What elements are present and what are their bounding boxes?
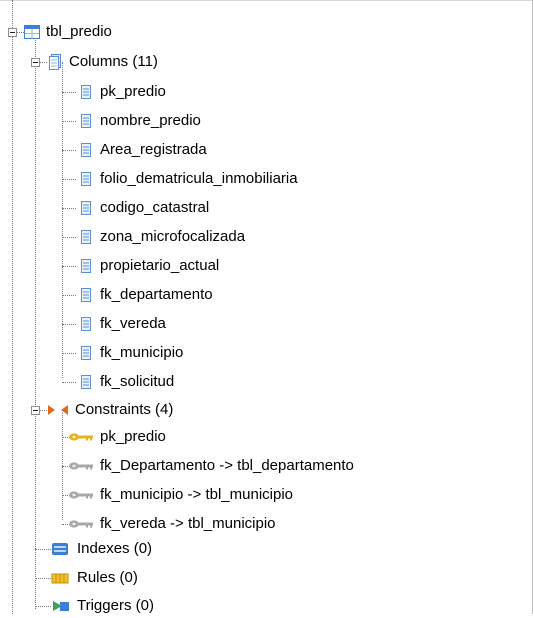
tree-branch-column [62,266,76,267]
column-icon [78,374,94,390]
tree-node-table[interactable]: tbl_predio [24,20,112,44]
primary-key-icon [68,429,94,445]
tree-branch-column [62,324,76,325]
tree-node-foreign-key[interactable]: fk_municipio -> tbl_municipio [68,483,293,507]
column-label: fk_municipio [100,344,184,361]
tree-branch-column [62,237,76,238]
tree-branch-column [62,353,76,354]
columns-collapse-toggle[interactable] [31,58,40,67]
tree-branch-column [62,382,76,383]
tree-line-columns [62,62,63,378]
indexes-label: Indexes (0) [77,540,153,557]
tree-branch-column [62,208,76,209]
tree-branch-column [62,150,76,151]
tree-node-constraints[interactable]: Constraints (4) [47,398,173,422]
column-icon [78,316,94,332]
tree-node-column[interactable]: fk_solicitud [78,370,174,394]
tree-node-indexes[interactable]: Indexes (0) [51,537,152,561]
table-icon [24,24,40,40]
foreign-key-icon [68,516,94,532]
tree-branch-indexes [35,549,51,550]
top-border [0,0,533,1]
column-icon [78,345,94,361]
column-icon [78,113,94,129]
constraints-icon [47,402,69,418]
columns-label: Columns (11) [69,53,158,70]
rules-icon [51,570,71,586]
column-icon [78,200,94,216]
tree-line-table [35,32,36,609]
column-label: propietario_actual [100,257,220,274]
tree-node-column[interactable]: Area_registrada [78,138,207,162]
column-label: nombre_predio [100,112,201,129]
tree-node-column[interactable]: nombre_predio [78,109,201,133]
tree-branch-constraints [40,410,47,411]
column-icon [78,229,94,245]
tree-node-column[interactable]: zona_microfocalizada [78,225,245,249]
column-label: zona_microfocalizada [100,228,246,245]
tree-branch-table [17,32,24,33]
tree-node-rules[interactable]: Rules (0) [51,566,138,590]
column-label: pk_predio [100,83,166,100]
tree-branch-rules [35,578,51,579]
tree-branch-column [62,92,76,93]
foreign-key-icon [68,458,94,474]
column-icon [78,171,94,187]
triggers-icon [51,598,71,614]
column-label: folio_dematricula_inmobiliaria [100,170,298,187]
tree-line-root [12,0,13,614]
constraint-label: pk_predio [100,428,166,445]
constraints-label: Constraints (4) [75,401,174,418]
tree-node-foreign-key[interactable]: fk_vereda -> tbl_municipio [68,512,276,536]
tree-branch-column [62,121,76,122]
tree-branch-columns [40,62,47,63]
column-icon [78,142,94,158]
tree-node-primary-key[interactable]: pk_predio [68,425,166,449]
tree-node-foreign-key[interactable]: fk_Departamento -> tbl_departamento [68,454,354,478]
foreign-key-icon [68,487,94,503]
column-icon [78,84,94,100]
tree-node-column[interactable]: propietario_actual [78,254,219,278]
constraint-label: fk_vereda -> tbl_municipio [100,515,276,532]
tree-node-column[interactable]: fk_vereda [78,312,166,336]
constraints-collapse-toggle[interactable] [31,406,40,415]
tree-node-column[interactable]: folio_dematricula_inmobiliaria [78,167,298,191]
column-icon [78,287,94,303]
triggers-label: Triggers (0) [77,597,154,614]
column-label: fk_departamento [100,286,213,303]
tree-node-column[interactable]: fk_municipio [78,341,183,365]
tree-node-columns[interactable]: Columns (11) [47,50,158,74]
columns-folder-icon [47,54,63,70]
tree-node-triggers[interactable]: Triggers (0) [51,594,154,618]
column-label: fk_solicitud [100,373,175,390]
column-label: codigo_catastral [100,199,210,216]
column-label: fk_vereda [100,315,166,332]
table-label: tbl_predio [46,23,112,40]
tree-branch-triggers [35,606,51,607]
constraint-label: fk_Departamento -> tbl_departamento [100,457,354,474]
column-label: Area_registrada [100,141,207,158]
rules-label: Rules (0) [77,569,138,586]
constraint-label: fk_municipio -> tbl_municipio [100,486,294,503]
column-icon [78,258,94,274]
tree-node-column[interactable]: fk_departamento [78,283,213,307]
indexes-icon [51,541,71,557]
tree-branch-column [62,179,76,180]
tree-branch-column [62,295,76,296]
tree-node-column[interactable]: pk_predio [78,80,166,104]
table-collapse-toggle[interactable] [8,28,17,37]
tree-node-column[interactable]: codigo_catastral [78,196,209,220]
